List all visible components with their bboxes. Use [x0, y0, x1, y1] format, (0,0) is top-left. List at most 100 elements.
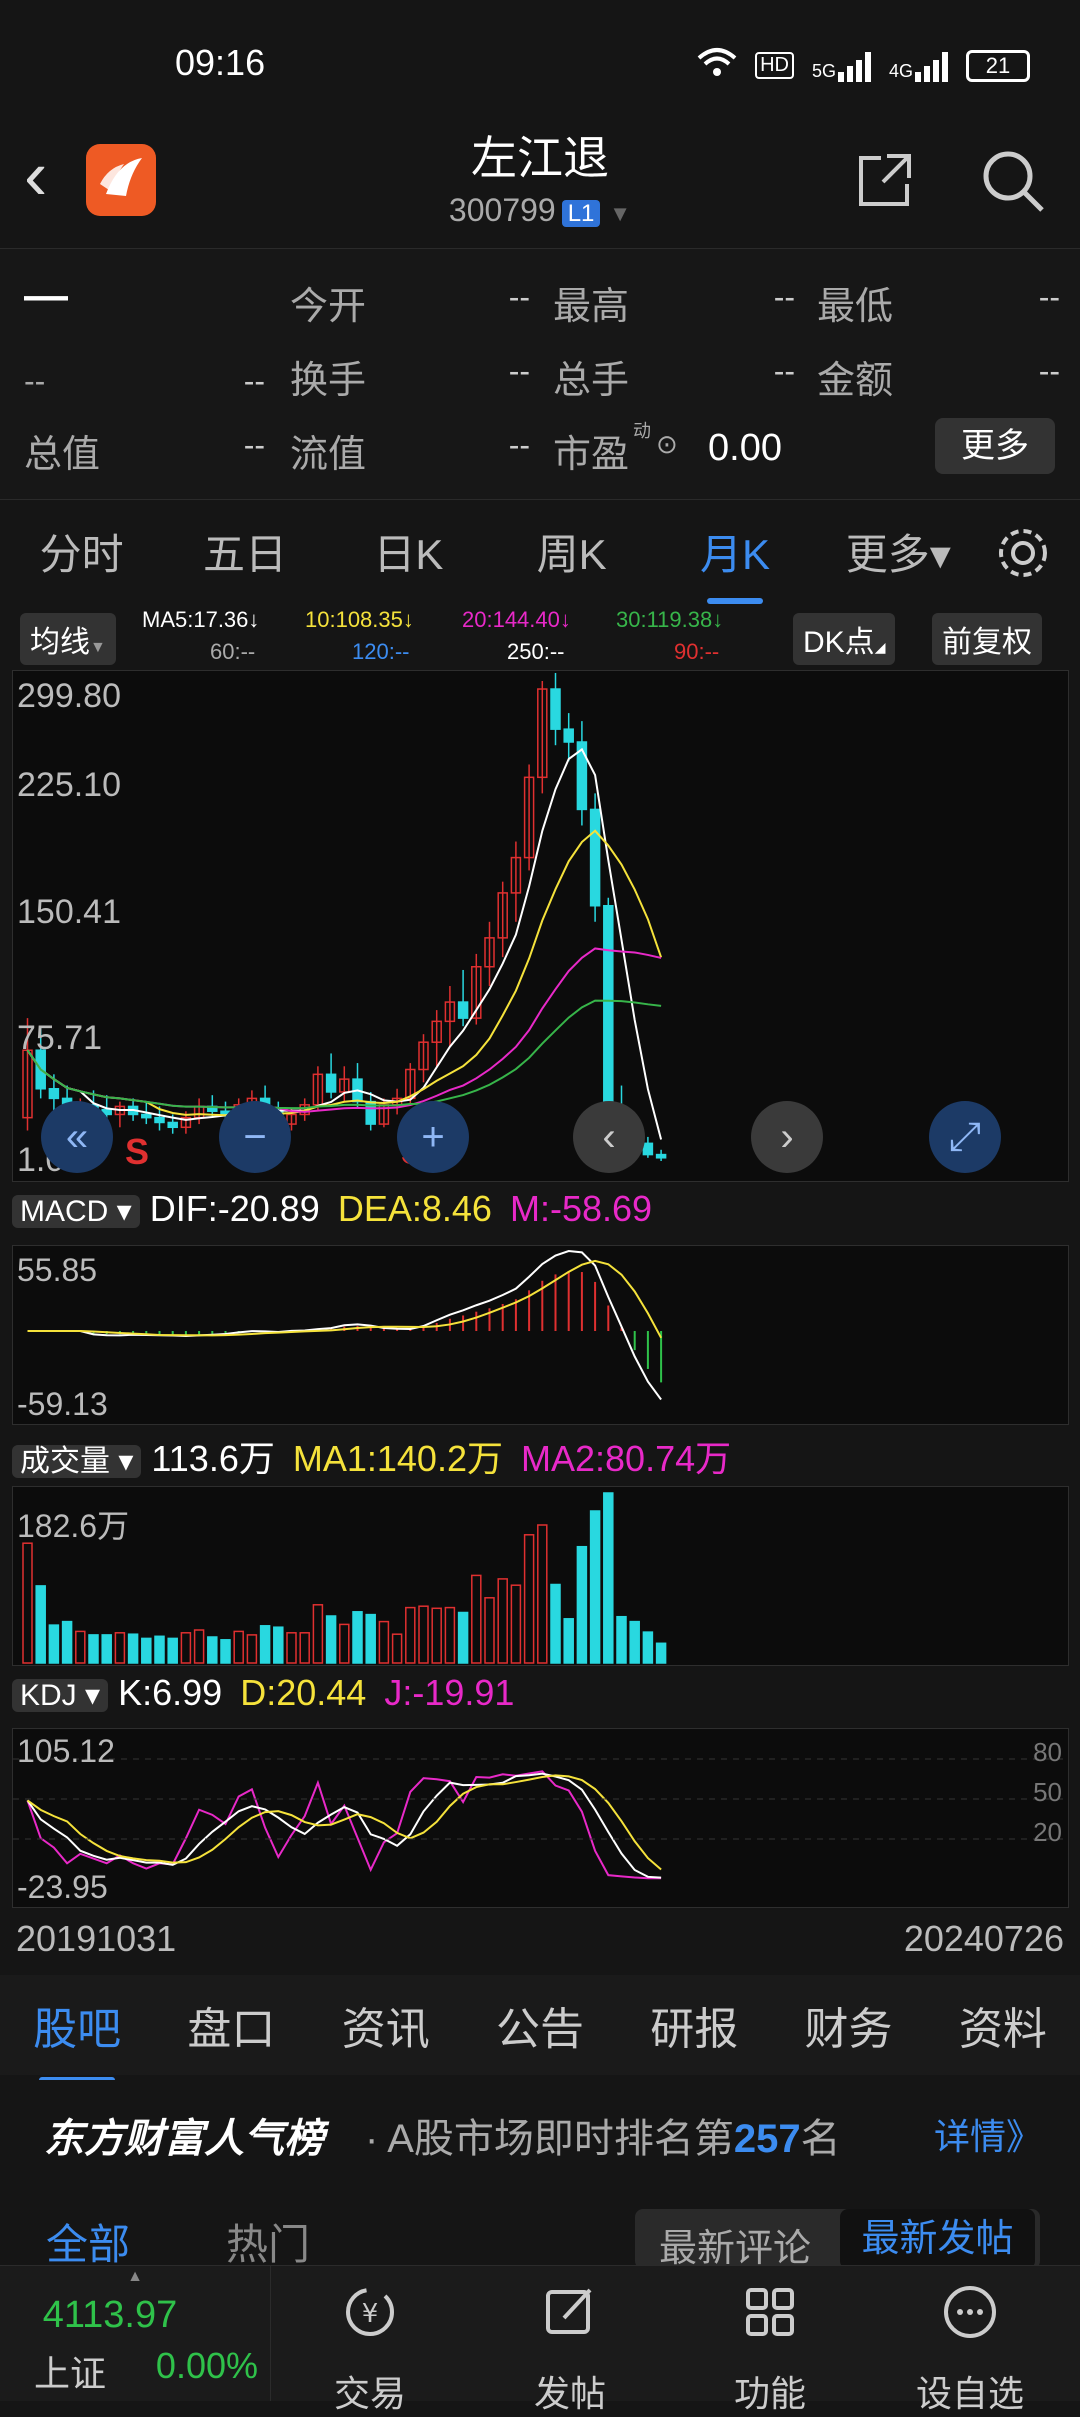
price-change: -- — [24, 363, 46, 399]
index-name: 上证 — [34, 2353, 107, 2394]
tab-intraday[interactable]: 分时 — [0, 521, 163, 582]
zoom-out-icon[interactable]: − — [219, 1101, 291, 1173]
nav-trade[interactable]: ¥ 交易 — [270, 2266, 470, 2414]
tab-hot[interactable]: 热门 — [226, 2211, 310, 2272]
volume-bar — [141, 1637, 152, 1664]
candle — [141, 1113, 152, 1119]
k-line-chart[interactable]: 299.80 225.10 150.41 75.71 1.01 S S S « … — [12, 670, 1069, 1182]
macd-select[interactable]: MACD ▾ — [12, 1195, 140, 1228]
adjust-button[interactable]: 前复权 — [932, 613, 1042, 665]
dk-point-button[interactable]: DK点◢ — [793, 613, 896, 665]
volume-bar — [114, 1632, 126, 1664]
y-tick-0: 299.80 — [17, 677, 121, 715]
volume-bar — [537, 1524, 548, 1664]
status-icons: HD 5G 4G 21 — [697, 46, 1030, 85]
volume-bar — [431, 1607, 442, 1664]
tab-more[interactable]: 更多▾ — [817, 521, 980, 582]
popularity-rank-bar[interactable]: 东方财富人气榜 · A股市场即时排名第257名 详情》 — [0, 2080, 1080, 2180]
nav-post[interactable]: 发帖 — [470, 2266, 670, 2414]
volume-ma2: MA2:80.74万 — [521, 1438, 732, 1479]
tab-orderbook[interactable]: 盘口 — [154, 1993, 308, 2057]
tab-monthly-k[interactable]: 月K — [653, 521, 816, 604]
rank-text-prefix: · A股市场即时排名第 — [365, 2117, 734, 2161]
tab-all[interactable]: 全部 — [46, 2211, 130, 2272]
tab-weekly-k[interactable]: 周K — [490, 521, 653, 582]
kdj-level-20: 20 — [1033, 1817, 1062, 1847]
bottom-nav: ▲ 4113.97 上证 0.00% ¥ 交易 发帖 功能 设自选 — [0, 2265, 1080, 2414]
volume-bar — [22, 1542, 33, 1664]
stock-code-row[interactable]: 300799 L1 ▼ — [0, 192, 1080, 229]
volume-bar — [180, 1632, 192, 1664]
trade-icon: ¥ — [270, 2284, 470, 2351]
k-value: K:6.99 — [118, 1672, 223, 1713]
ma60-value: 60:-- — [210, 639, 256, 664]
latest-post-button[interactable]: 最新发帖 — [840, 2209, 1035, 2269]
tab-five-day[interactable]: 五日 — [163, 521, 326, 582]
volume-bar — [154, 1635, 165, 1664]
d-number: 20.44 — [276, 1672, 367, 1713]
tab-news[interactable]: 资讯 — [309, 1993, 463, 2057]
volume-bar — [61, 1620, 73, 1664]
volume-value: -- — [773, 353, 795, 389]
fullscreen-icon[interactable]: ⤢ — [929, 1101, 1001, 1173]
latest-comment-button[interactable]: 最新评论 — [659, 2217, 811, 2272]
index-widget[interactable]: ▲ 4113.97 上证 0.00% — [0, 2266, 271, 2401]
nav-functions[interactable]: 功能 — [670, 2266, 870, 2414]
candle — [154, 1116, 165, 1124]
gear-icon[interactable] — [995, 525, 1051, 594]
volume-bar — [48, 1624, 60, 1664]
turnover-value: -- — [508, 353, 530, 389]
tab-research[interactable]: 研报 — [617, 1993, 771, 2057]
pe-superscript: 动 — [633, 421, 651, 441]
status-bar: 09:16 HD 5G 4G 21 — [0, 0, 1080, 130]
volume-bar — [101, 1634, 112, 1664]
kdj-select[interactable]: KDJ ▾ — [12, 1679, 109, 1712]
j-number: -19.91 — [412, 1672, 515, 1713]
candle — [642, 1142, 654, 1156]
search-icon[interactable] — [980, 148, 1046, 214]
chevron-down-icon: ▼ — [609, 201, 632, 226]
volume-select[interactable]: 成交量 ▾ — [12, 1445, 142, 1478]
nav-watchlist[interactable]: 设自选 — [870, 2266, 1070, 2414]
volume-chart[interactable]: 182.6万 — [12, 1486, 1069, 1666]
tab-finance[interactable]: 财务 — [771, 1993, 925, 2057]
volume-bar — [405, 1606, 416, 1664]
candle — [603, 904, 614, 1116]
volume-ma1: MA1:140.2万 — [292, 1438, 503, 1479]
tab-daily-k[interactable]: 日K — [327, 521, 490, 582]
k-line-svg — [22, 672, 667, 1161]
tab-profile[interactable]: 资料 — [926, 1993, 1080, 2057]
zoom-in-icon[interactable]: + — [397, 1101, 469, 1173]
macd-chart[interactable]: 55.85 -59.13 — [12, 1245, 1069, 1425]
volume-bar — [629, 1620, 640, 1664]
scroll-right-icon[interactable]: › — [751, 1101, 823, 1173]
float-cap-label: 流值 — [290, 434, 367, 476]
market-cap-label: 总值 — [24, 434, 101, 476]
level-badge: L1 — [561, 200, 601, 227]
tab-guba[interactable]: 股吧 — [0, 1993, 154, 2083]
stock-code: 300799 — [448, 192, 556, 228]
info-icon[interactable]: ⊙ — [656, 429, 678, 460]
volume-bar — [457, 1611, 469, 1664]
kdj-level-50: 50 — [1033, 1777, 1062, 1807]
ma30-value: 30:119.38↓ — [616, 607, 724, 632]
scroll-left-icon[interactable]: ‹ — [573, 1101, 645, 1173]
volume-bar — [418, 1605, 429, 1664]
chevron-down-icon: ▼ — [90, 639, 106, 656]
kdj-top-tick: 105.12 — [17, 1733, 115, 1769]
nav-watchlist-label: 设自选 — [915, 2373, 1024, 2414]
volume-bar — [220, 1639, 231, 1664]
more-button[interactable]: 更多 — [935, 418, 1055, 474]
tab-announcements[interactable]: 公告 — [463, 1993, 617, 2057]
volume-bar — [35, 1585, 46, 1664]
ma-select-button[interactable]: 均线▼ — [20, 613, 116, 665]
price-change-pct: -- — [243, 363, 265, 399]
kdj-level-80: 80 — [1033, 1737, 1062, 1767]
scroll-left-fast-icon[interactable]: « — [41, 1101, 113, 1173]
volume-bar — [603, 1492, 614, 1664]
rank-detail-link[interactable]: 详情》 — [934, 2108, 1042, 2160]
ma90-value: 90:-- — [674, 639, 720, 664]
volume-bar — [193, 1629, 205, 1664]
share-icon[interactable] — [855, 150, 915, 210]
kdj-chart[interactable]: 105.12 -23.95 80 50 20 — [12, 1728, 1069, 1908]
